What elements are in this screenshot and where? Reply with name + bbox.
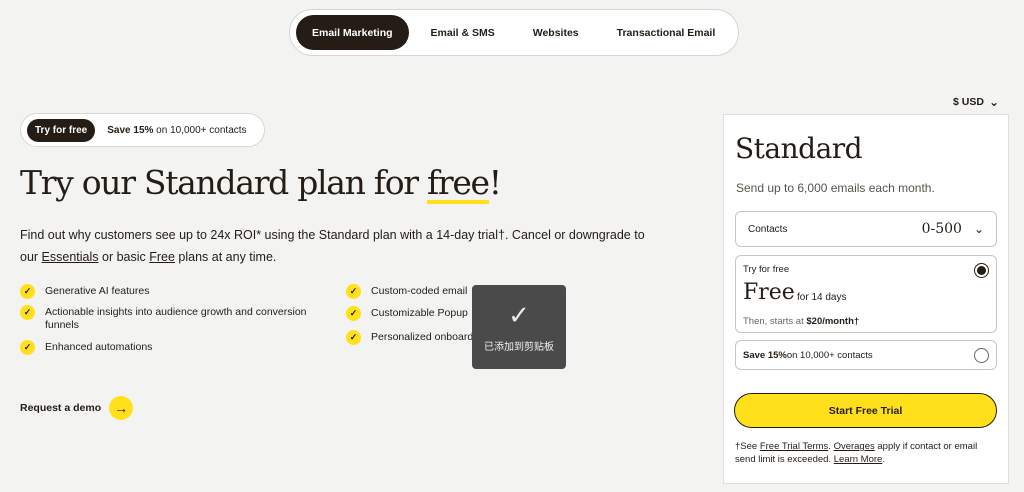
contacts-dropdown[interactable]: Contacts 0-500 ⌄: [735, 211, 997, 247]
sub-text-3: plans at any time.: [174, 250, 277, 264]
promo-rest: on 10,000+ contacts: [153, 124, 247, 136]
toast-text: 已添加到剪贴板: [484, 341, 554, 353]
learn-more-link[interactable]: Learn More: [834, 454, 883, 465]
overages-link[interactable]: Overages: [834, 441, 875, 452]
hero-subtitle: Find out why customers see up to 24x ROI…: [20, 224, 660, 268]
plan-description: Send up to 6,000 emails each month.: [736, 181, 935, 195]
contacts-value-wrap: 0-500 ⌄: [922, 221, 984, 237]
save-bold: Save 15%: [743, 349, 787, 361]
radio-selected[interactable]: [974, 263, 989, 278]
save-option[interactable]: Save 15% on 10,000+ contacts: [735, 340, 997, 370]
radio-unselected[interactable]: [974, 348, 989, 363]
chevron-down-icon: ⌄: [973, 222, 984, 236]
tab-email-sms[interactable]: Email & SMS: [415, 15, 511, 50]
currency-label: $ USD: [953, 96, 984, 108]
request-demo-link[interactable]: Request a demo →: [20, 396, 134, 420]
arrow-right-icon: →: [109, 396, 134, 420]
start-free-trial-button[interactable]: Start Free Trial: [734, 393, 997, 428]
feature-item: ✓ Enhanced automations: [20, 340, 325, 355]
fine-text-4: .: [882, 454, 885, 465]
sub-text-2: or basic: [98, 250, 150, 264]
fine-print: †See Free Trial Terms. Overages apply if…: [735, 440, 997, 466]
free-label: Free: [743, 280, 795, 305]
feature-item: ✓ Actionable insights into audience grow…: [20, 305, 325, 332]
feature-label: Actionable insights into audience growth…: [45, 306, 307, 331]
free-trial-terms-link[interactable]: Free Trial Terms: [760, 441, 828, 452]
feature-label: Generative AI features: [45, 285, 150, 297]
promo-text: Save 15% on 10,000+ contacts: [107, 125, 246, 136]
check-icon: ✓: [346, 306, 361, 321]
chevron-down-icon: ⌄: [988, 95, 999, 109]
plan-title: Standard: [735, 132, 863, 165]
then-price: Then, starts at $20/month†: [743, 316, 859, 327]
contacts-label: Contacts: [748, 223, 788, 235]
tab-email-marketing[interactable]: Email Marketing: [296, 15, 409, 50]
check-icon: ✓: [346, 284, 361, 299]
try-free-option[interactable]: Try for free Free for 14 days Then, star…: [735, 255, 997, 333]
feature-item: ✓ Generative AI features: [20, 284, 325, 299]
essentials-link[interactable]: Essentials: [42, 250, 99, 264]
headline-post: !: [488, 163, 502, 202]
check-icon: ✓: [346, 330, 361, 345]
feature-label: Enhanced automations: [45, 341, 153, 353]
currency-selector[interactable]: $ USD ⌄: [953, 95, 999, 109]
check-icon: ✓: [20, 284, 35, 299]
check-icon: ✓: [20, 305, 35, 320]
contacts-value: 0-500: [921, 221, 962, 237]
then-text: Then, starts at: [743, 316, 807, 327]
tab-websites[interactable]: Websites: [517, 15, 595, 50]
check-icon: ✓: [20, 340, 35, 355]
pricing-card: Standard Send up to 6,000 emails each mo…: [723, 114, 1009, 484]
fine-text-1: †See: [735, 441, 760, 452]
price: $20/month†: [806, 316, 860, 327]
free-plan-link[interactable]: Free: [149, 250, 175, 264]
page-title: Try our Standard plan for free!: [20, 163, 502, 202]
save-rest: on 10,000+ contacts: [786, 349, 873, 361]
trial-duration: for 14 days: [797, 292, 847, 303]
tab-transactional-email[interactable]: Transactional Email: [601, 15, 732, 50]
radio-dot: [977, 266, 986, 275]
checkmark-icon: ✓: [508, 299, 530, 330]
product-tabs: Email Marketing Email & SMS Websites Tra…: [289, 9, 739, 56]
option-label: Try for free: [743, 264, 790, 275]
promo-pill: Try for free Save 15% on 10,000+ contact…: [20, 113, 265, 147]
try-free-badge: Try for free: [27, 118, 96, 142]
headline-highlight: free: [426, 163, 490, 202]
promo-bold: Save 15%: [107, 124, 154, 136]
copied-toast: ✓ 已添加到剪贴板: [472, 285, 566, 369]
request-demo-label: Request a demo: [20, 402, 102, 414]
headline-pre: Try our Standard plan for: [20, 163, 427, 202]
